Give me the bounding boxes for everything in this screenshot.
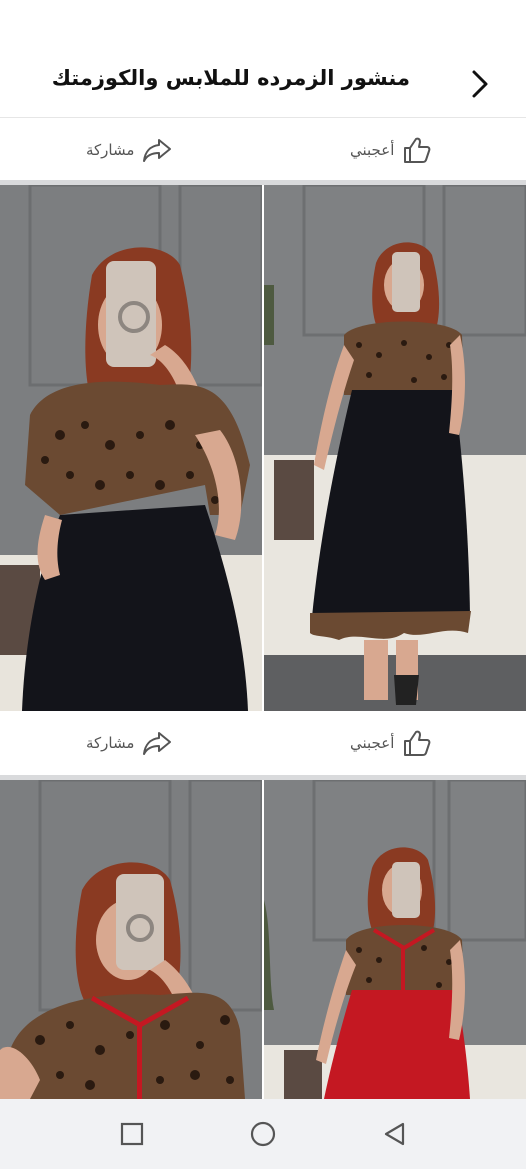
chevron-right-icon bbox=[472, 70, 488, 98]
post-action-bar: مشاركة أعجبني bbox=[0, 711, 526, 775]
product-photo[interactable] bbox=[264, 780, 526, 1099]
recents-square-icon bbox=[120, 1122, 144, 1146]
product-photo[interactable] bbox=[0, 780, 262, 1099]
back-button[interactable] bbox=[462, 66, 498, 102]
product-photo[interactable] bbox=[0, 185, 262, 711]
share-button[interactable]: مشاركة bbox=[86, 711, 172, 775]
like-button[interactable]: أعجبني bbox=[350, 711, 432, 775]
page-title: منشور الزمرده للملابس والكوزمتك bbox=[51, 66, 410, 90]
thumbs-up-icon bbox=[404, 137, 431, 163]
like-label: أعجبني bbox=[350, 734, 395, 752]
thumbs-up-icon bbox=[404, 730, 431, 756]
recents-button[interactable] bbox=[117, 1119, 147, 1149]
top-bar: منشور الزمرده للملابس والكوزمتك bbox=[0, 0, 526, 118]
home-button[interactable] bbox=[248, 1119, 278, 1149]
system-nav-bar bbox=[0, 1099, 526, 1169]
photo-row bbox=[0, 185, 526, 711]
home-circle-icon bbox=[250, 1121, 276, 1147]
post-action-bar: مشاركة أعجبني bbox=[0, 118, 526, 182]
like-label: أعجبني bbox=[350, 141, 395, 159]
like-button[interactable]: أعجبني bbox=[350, 118, 432, 182]
nav-back-button[interactable] bbox=[380, 1119, 410, 1149]
share-button[interactable]: مشاركة bbox=[86, 118, 172, 182]
photo-row bbox=[0, 780, 526, 1099]
share-arrow-icon bbox=[143, 139, 172, 162]
back-triangle-icon bbox=[384, 1122, 405, 1146]
share-arrow-icon bbox=[143, 732, 172, 755]
product-photo[interactable] bbox=[264, 185, 526, 711]
share-label: مشاركة bbox=[86, 141, 135, 159]
share-label: مشاركة bbox=[86, 734, 135, 752]
